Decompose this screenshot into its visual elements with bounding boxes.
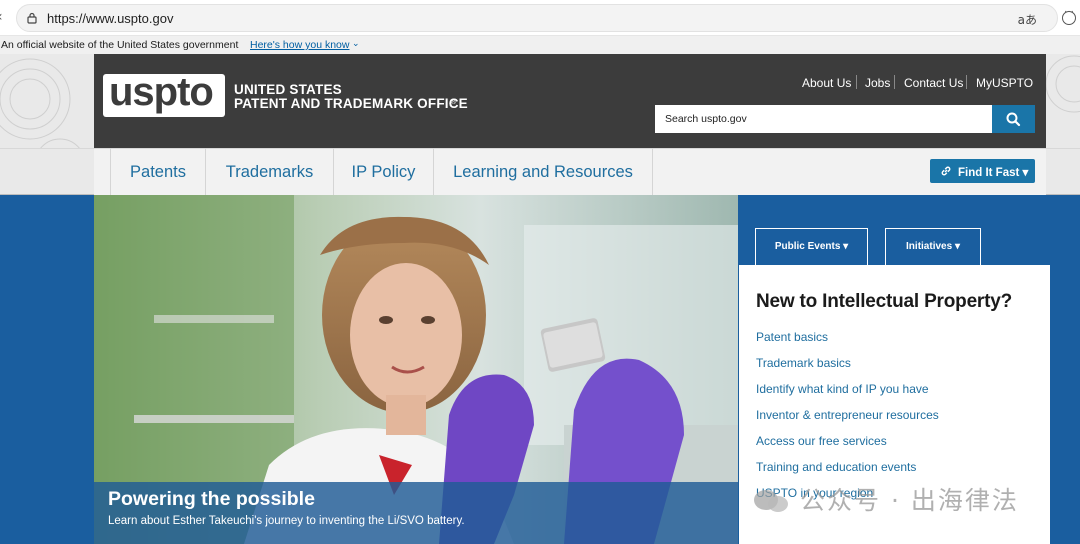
inventor-resources-link[interactable]: Inventor & entrepreneur resources — [756, 408, 939, 422]
tab-label: Public Events ▾ — [774, 241, 849, 252]
find-it-fast-button[interactable]: Find It Fast ▾ — [930, 159, 1035, 183]
find-it-fast-label: Find It Fast ▾ — [958, 167, 1029, 179]
read-aloud-icon[interactable]: aあ — [1018, 11, 1037, 28]
nav-item-learning-resources[interactable]: Learning and Resources — [434, 148, 653, 195]
link-icon — [941, 166, 951, 176]
nav-item-label: Learning and Resources — [453, 163, 633, 181]
identify-ip-link[interactable]: Identify what kind of IP you have — [756, 382, 929, 396]
more-options-icon[interactable] — [1062, 6, 1076, 25]
panel-heading: New to Intellectual Property? — [756, 291, 1013, 312]
agency-name-line2: PATENT AND TRADEMARK OFFICE — [234, 96, 468, 111]
patent-basics-link[interactable]: Patent basics — [756, 330, 828, 344]
lock-icon — [27, 12, 37, 24]
trademark-basics-link[interactable]: Trademark basics — [756, 356, 851, 370]
nav-item-patents[interactable]: Patents — [110, 148, 206, 195]
free-services-link[interactable]: Access our free services — [756, 434, 887, 448]
about-us-link[interactable]: About Us — [802, 76, 851, 90]
back-icon[interactable]: ‹ — [0, 9, 3, 25]
url-text: https://www.uspto.gov — [47, 11, 174, 26]
nav-item-label: Trademarks — [225, 163, 314, 181]
hero-title[interactable]: Powering the possible — [108, 488, 315, 511]
jobs-link[interactable]: Jobs — [865, 76, 890, 90]
nav-item-label: IP Policy — [351, 163, 416, 181]
chevron-down-icon[interactable]: ⌄ — [352, 38, 360, 49]
address-bar[interactable]: https://www.uspto.gov aあ — [16, 4, 1058, 32]
logo-wordmark: uspto — [109, 70, 214, 114]
hero-subtitle[interactable]: Learn about Esther Takeuchi's journey to… — [108, 515, 465, 527]
public-events-tab[interactable]: Public Events ▾ — [755, 228, 868, 266]
divider — [856, 75, 857, 89]
wechat-icon — [754, 490, 788, 512]
nav-item-label: Patents — [130, 163, 186, 181]
myuspto-link[interactable]: MyUSPTO — [976, 76, 1033, 90]
contact-us-link[interactable]: Contact Us — [904, 76, 963, 90]
training-events-link[interactable]: Training and education events — [756, 460, 916, 474]
agency-name-line1: UNITED STATES — [234, 82, 342, 97]
search-input[interactable] — [655, 105, 992, 133]
search-button[interactable] — [992, 105, 1035, 133]
watermark-text: 公众号 · 出海律法 — [800, 486, 1019, 515]
initiatives-tab[interactable]: Initiatives ▾ — [885, 228, 981, 266]
search-icon — [1006, 112, 1021, 127]
registered-mark: ® — [451, 99, 457, 106]
how-you-know-link[interactable]: Here's how you know — [250, 39, 349, 51]
nav-item-ip-policy[interactable]: IP Policy — [334, 148, 434, 195]
divider — [966, 75, 967, 89]
divider — [894, 75, 895, 89]
gov-banner: An official website of the United States… — [0, 36, 1080, 54]
nav-item-trademarks[interactable]: Trademarks — [206, 148, 334, 195]
official-site-text: An official website of the United States… — [1, 39, 239, 51]
browser-toolbar: ‹ https://www.uspto.gov aあ — [0, 0, 1080, 36]
tab-label: Initiatives ▾ — [906, 241, 960, 252]
